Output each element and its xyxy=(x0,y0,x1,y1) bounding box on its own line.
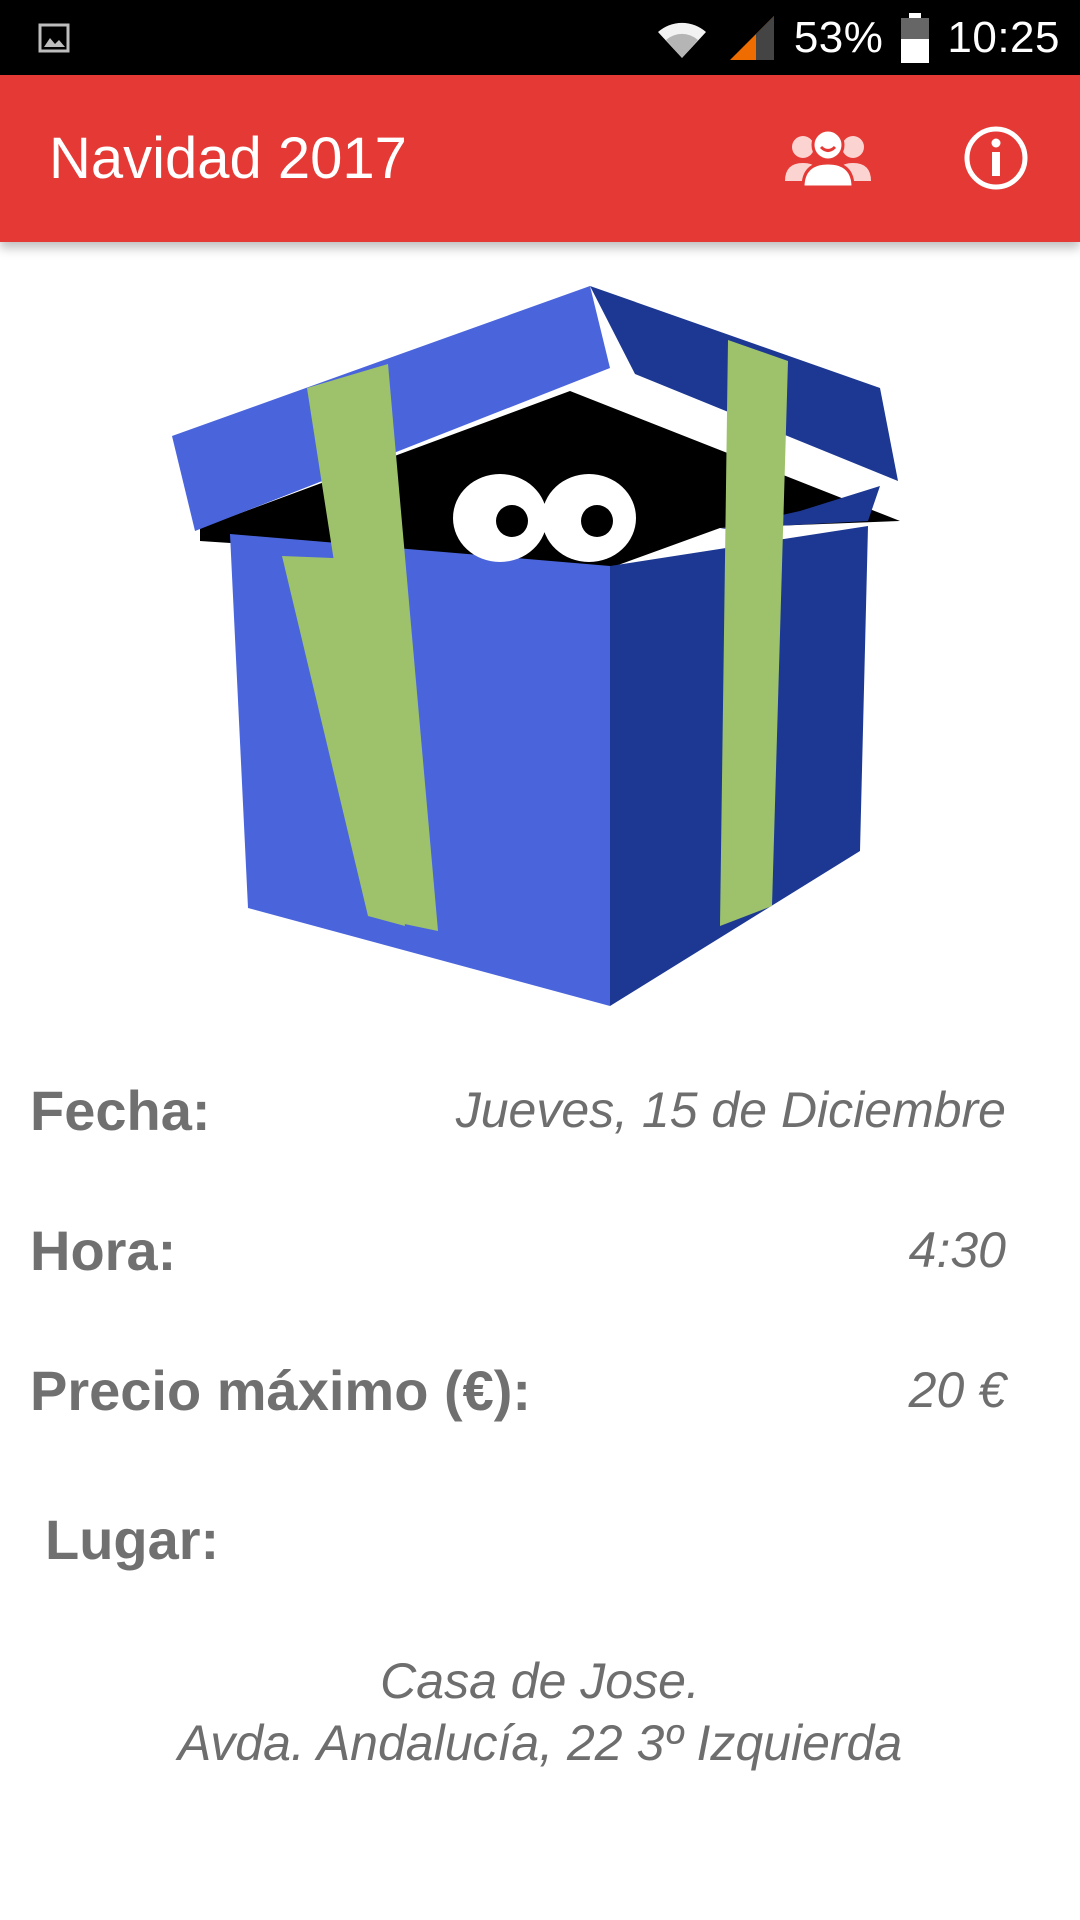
address-line-1: Casa de Jose. xyxy=(380,1653,700,1709)
status-bar: 53% 10:25 xyxy=(0,0,1080,75)
address-line-2: Avda. Andalucía, 22 3º Izquierda xyxy=(177,1715,903,1771)
clock: 10:25 xyxy=(947,12,1060,62)
image-notification-icon xyxy=(38,23,70,53)
fecha-value: Jueves, 15 de Diciembre xyxy=(455,1082,1006,1138)
app-bar: Navidad 2017 xyxy=(0,75,1080,242)
lugar-label: Lugar: xyxy=(45,1508,220,1571)
lugar-address: Casa de Jose. Avda. Andalucía, 22 3º Izq… xyxy=(0,1650,1080,1774)
gift-box-illustration xyxy=(172,286,900,1006)
info-button[interactable] xyxy=(946,108,1046,208)
hora-label: Hora: xyxy=(30,1218,177,1282)
info-icon xyxy=(964,126,1028,190)
page-title: Navidad 2017 xyxy=(49,126,407,191)
status-icons: 53% 10:25 xyxy=(636,0,1060,75)
precio-row: Precio máximo (€): 20 € xyxy=(30,1350,1006,1430)
battery-icon xyxy=(901,12,930,63)
fecha-row: Fecha: Jueves, 15 de Diciembre xyxy=(30,1070,1006,1150)
precio-value: 20 € xyxy=(908,1362,1006,1418)
fecha-label: Fecha: xyxy=(30,1078,211,1142)
precio-label: Precio máximo (€): xyxy=(30,1358,532,1422)
hora-value: 4:30 xyxy=(908,1222,1006,1278)
hora-row: Hora: 4:30 xyxy=(30,1210,1006,1290)
participants-button[interactable] xyxy=(778,108,878,208)
wifi-icon xyxy=(657,22,706,58)
group-icon xyxy=(785,128,871,189)
cellular-signal-icon xyxy=(729,15,774,60)
battery-percent: 53% xyxy=(793,12,884,62)
